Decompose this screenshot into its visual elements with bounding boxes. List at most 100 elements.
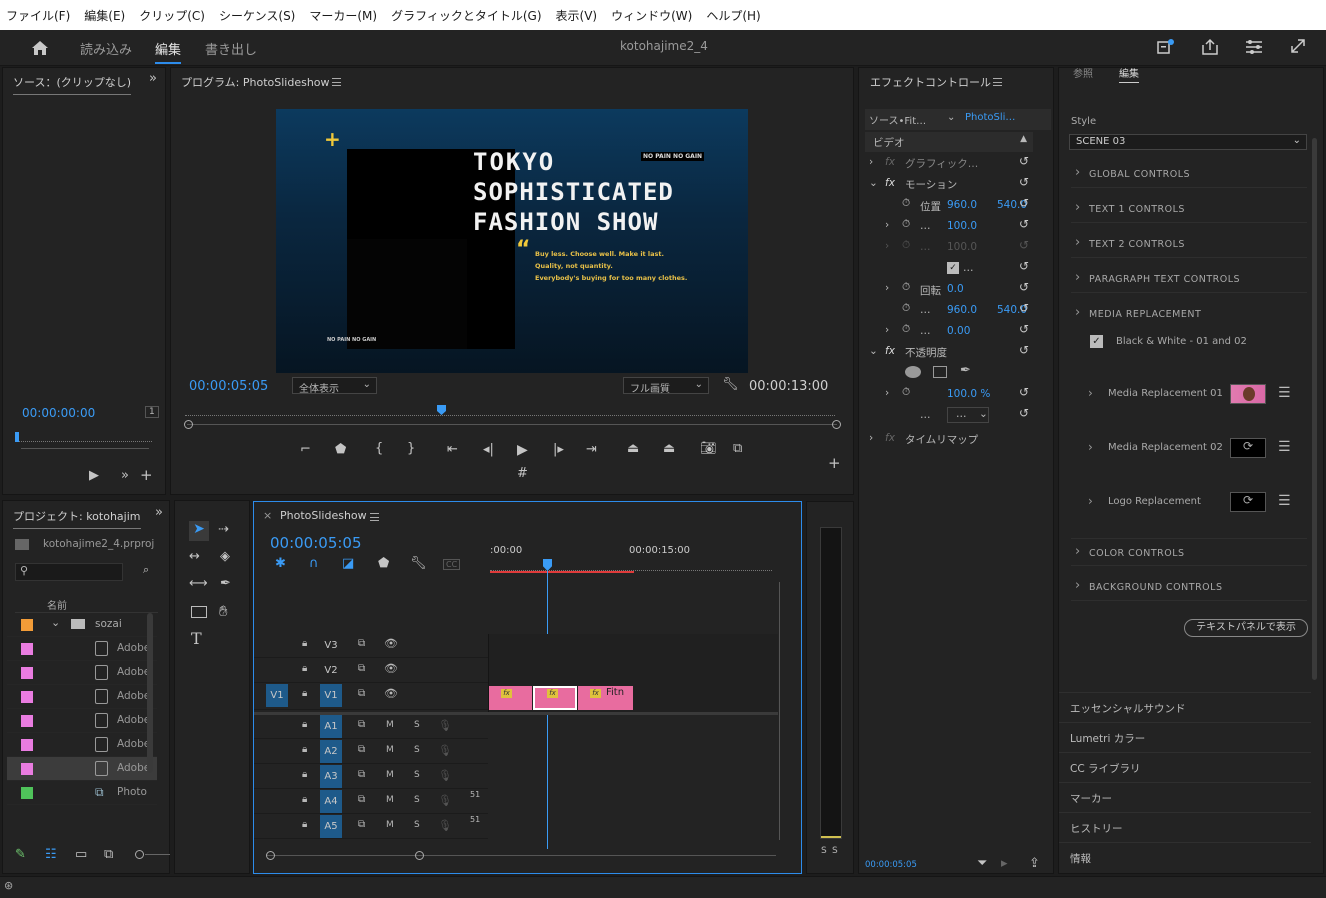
pencil-icon[interactable]: ✎ [15, 847, 26, 862]
program-timecode[interactable]: 00:00:05:05 [189, 379, 268, 394]
quick-export-icon[interactable] [1157, 39, 1175, 55]
list-item[interactable]: Adobe [7, 661, 157, 685]
play-icon[interactable]: ▶ [89, 468, 99, 483]
track-a1[interactable]: 🔒︎ A1 ⧉ M S 🎙︎ [254, 715, 488, 739]
timeline-ruler[interactable] [490, 563, 772, 571]
chevron-right-icon[interactable]: › [1088, 386, 1093, 400]
list-view-icon[interactable]: ☷ [45, 847, 57, 862]
panel-lumetri-color[interactable]: Lumetri カラー [1059, 722, 1311, 751]
ec-sequence-tab[interactable]: PhotoSli… [965, 112, 1015, 123]
program-ruler[interactable] [185, 408, 835, 416]
close-icon[interactable]: × [263, 509, 272, 522]
style-dropdown[interactable]: SCENE 03 ⌄ [1069, 134, 1307, 150]
overflow-icon[interactable]: » [121, 468, 129, 483]
share-icon[interactable] [1201, 38, 1219, 56]
ellipse-mask-icon[interactable] [905, 366, 921, 378]
hscroll-handle-left[interactable] [266, 851, 275, 860]
ec-row-anchor[interactable]: ⏱︎… 960.0 540.0 ↺ [867, 300, 1035, 321]
project-search-input[interactable]: ⚲ [15, 563, 123, 581]
ec-row-motion[interactable]: ⌄ fx モーション ↺ [867, 174, 1035, 195]
menu-clip[interactable]: クリップ(C) [139, 7, 205, 24]
track-a5[interactable]: 🔒︎ A5 ⧉ M S 🎙︎ 51 [254, 815, 488, 839]
timeline-hscroll[interactable] [266, 855, 776, 856]
menu-edit[interactable]: 編集(E) [84, 7, 125, 24]
project-column-header[interactable]: 名前 [15, 595, 158, 613]
wrench-icon[interactable]: 🔧︎ [410, 556, 427, 571]
solo-left[interactable]: S [821, 846, 827, 856]
step-back-icon[interactable]: ◂| [483, 442, 494, 457]
list-item[interactable]: Adobe [7, 637, 157, 661]
logo-thumbnail[interactable]: ⟳ [1230, 492, 1266, 512]
background-task-icon[interactable]: ⊛ [4, 879, 13, 892]
scroll-up-icon[interactable]: ▲ [1020, 134, 1027, 144]
drag-handle-icon[interactable]: ☰ [1278, 439, 1291, 455]
track-v1[interactable]: V1 🔒︎ V1 ⧉ 👁︎ [254, 684, 488, 710]
workspaces-icon[interactable] [1245, 39, 1263, 55]
ec-row-graphic[interactable]: › fx グラフィック… ↺ [867, 153, 1035, 174]
snap-icon[interactable]: ∩ [309, 556, 319, 571]
rectangle-tool-icon[interactable] [191, 606, 207, 618]
fit-dropdown[interactable]: 全体表示 ⌄ [292, 377, 377, 395]
list-item-selected[interactable]: Adobe [7, 757, 157, 781]
linked-selection-icon[interactable]: ◪ [342, 556, 354, 571]
drag-handle-icon[interactable]: ☰ [1278, 493, 1291, 509]
ec-row-scale[interactable]: › ⏱︎… 100.0 ↺ [867, 216, 1035, 237]
zoom-handle-left[interactable] [184, 420, 193, 429]
panel-essential-sound[interactable]: エッセンシャルサウンド [1059, 692, 1311, 721]
clip-3[interactable]: fx Fitn [578, 686, 633, 710]
program-title[interactable]: プログラム: PhotoSlideshow [181, 74, 330, 90]
icon-view-icon[interactable]: ▭ [75, 847, 87, 862]
timeline-timecode[interactable]: 00:00:05:05 [270, 534, 362, 552]
add-button-icon[interactable]: + [828, 454, 841, 472]
quality-dropdown[interactable]: フル画質 ⌄ [623, 377, 709, 395]
source-zoom[interactable]: 1 [145, 406, 159, 418]
go-to-in-icon[interactable]: ⇤ [447, 442, 458, 457]
project-scrollbar[interactable] [147, 613, 153, 773]
drag-handle-icon[interactable]: ☰ [1278, 385, 1291, 401]
add-marker-icon[interactable]: ⬟ [378, 556, 389, 571]
media1-thumbnail[interactable] [1230, 384, 1266, 404]
section-text1-controls[interactable]: TEXT 1 CONTROLS [1071, 195, 1307, 223]
lift-icon[interactable]: ⏏ [627, 441, 639, 456]
mark-out-bracket-icon[interactable]: } [407, 441, 415, 456]
section-color-controls[interactable]: COLOR CONTROLS [1071, 538, 1307, 566]
timeline-menu-icon[interactable] [370, 513, 379, 521]
play-icon[interactable]: ▶ [517, 442, 528, 458]
timeline-vscroll[interactable] [779, 582, 780, 840]
section-text2-controls[interactable]: TEXT 2 CONTROLS [1071, 230, 1307, 258]
track-a2[interactable]: 🔒︎ A2 ⧉ M S 🎙︎ [254, 740, 488, 764]
ec-row-opacity-value[interactable]: › ⏱︎ 100.0 % ↺ [867, 384, 1035, 405]
mark-in-icon[interactable]: ⌐ [300, 442, 311, 457]
export-icon[interactable]: ⇪ [1029, 856, 1040, 871]
ec-row-position[interactable]: ⏱︎ 位置 960.0 540.0 ↺ [867, 195, 1035, 216]
clip-2-selected[interactable]: fx [533, 686, 577, 710]
effect-controls-menu-icon[interactable] [993, 78, 1002, 86]
wrench-icon[interactable]: 🔧︎ [722, 377, 739, 392]
hand-tool-icon[interactable]: ✋︎ [219, 602, 228, 620]
ec-row-rotation[interactable]: › ⏱︎ 回転 0.0 ↺ [867, 279, 1035, 300]
tab-edit[interactable]: 編集 [1119, 65, 1139, 83]
add-button-icon[interactable]: + [140, 466, 153, 484]
slip-tool-icon[interactable]: ⟷ [189, 576, 208, 591]
program-menu-icon[interactable] [332, 78, 341, 86]
timeline-title[interactable]: PhotoSlideshow [280, 509, 367, 522]
menu-sequence[interactable]: シーケンス(S) [219, 7, 295, 24]
bw-checkbox[interactable]: ✓ [1090, 335, 1103, 348]
panel-info[interactable]: 情報 [1059, 842, 1311, 871]
program-preview[interactable]: + TOKYO SOPHISTICATED FASHION SHOW NO PA… [276, 109, 748, 373]
step-forward-icon[interactable]: |▸ [553, 442, 564, 457]
tab-export[interactable]: 書き出し [205, 39, 257, 58]
track-v2[interactable]: 🔒︎ V2 ⧉ 👁︎ [254, 659, 488, 683]
ec-row-timeremap[interactable]: › fx タイムリマップ [867, 429, 1035, 450]
rect-mask-icon[interactable] [933, 366, 947, 378]
fullscreen-icon[interactable] [1290, 38, 1306, 54]
section-media-replacement[interactable]: MEDIA REPLACEMENT [1071, 300, 1307, 328]
safe-margins-icon[interactable]: # [517, 466, 528, 481]
compare-icon[interactable]: ⧉ [733, 441, 742, 456]
tab-edit[interactable]: 編集 [155, 39, 182, 64]
go-to-out-icon[interactable]: ⇥ [586, 442, 597, 457]
solo-right[interactable]: S [832, 846, 838, 856]
tab-import[interactable]: 読み込み [80, 39, 132, 58]
type-tool-icon[interactable]: T [191, 629, 202, 648]
zoom-handle-right[interactable] [832, 420, 841, 429]
